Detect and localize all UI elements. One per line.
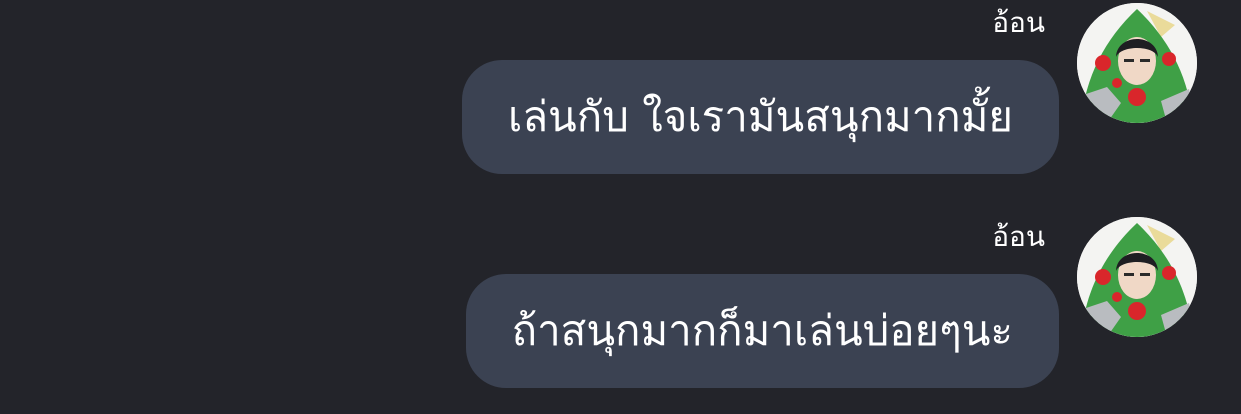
chat-message: อ้อน ถ้าสนุกมากก็มาเล่นบ่อยๆนะ <box>0 214 1241 414</box>
sender-name: อ้อน <box>992 220 1045 253</box>
sender-name: อ้อน <box>992 6 1045 39</box>
avatar-image <box>1077 3 1197 123</box>
avatar[interactable] <box>1077 217 1197 337</box>
chat-message: อ้อน เล่นกับ ใจเรามันสนุกมากมั้ย <box>0 0 1241 200</box>
avatar[interactable] <box>1077 3 1197 123</box>
avatar-image <box>1077 217 1197 337</box>
message-bubble[interactable]: ถ้าสนุกมากก็มาเล่นบ่อยๆนะ <box>465 274 1059 388</box>
message-bubble[interactable]: เล่นกับ ใจเรามันสนุกมากมั้ย <box>461 60 1059 174</box>
